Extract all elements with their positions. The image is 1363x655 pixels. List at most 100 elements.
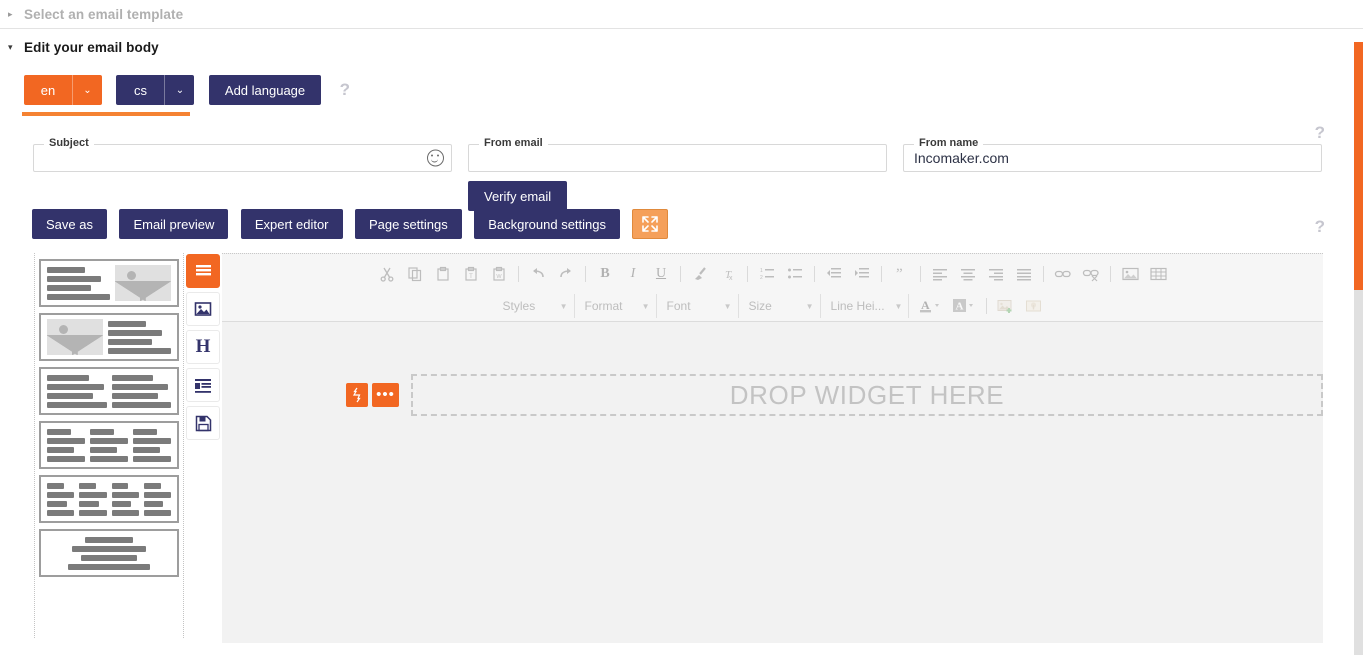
link-icon[interactable] [1049, 261, 1077, 287]
font-dropdown-label: Font [666, 299, 691, 313]
image-placeholder-icon [47, 319, 103, 355]
section-title-edit-body: Edit your email body [24, 39, 159, 55]
undo-icon[interactable] [524, 261, 552, 287]
rich-text-toolbar: T W B I U T x 1 2 ” Styles ▼ Format ▼ Fo… [222, 254, 1323, 322]
language-bar: en ⌄ cs ⌄ Add language ? [0, 61, 1363, 119]
save-as-button[interactable]: Save as [32, 209, 107, 239]
add-language-button[interactable]: Add language [208, 75, 322, 105]
blockquote-icon[interactable]: ” [887, 261, 915, 287]
background-settings-button[interactable]: Background settings [474, 209, 620, 239]
page-settings-button[interactable]: Page settings [354, 209, 462, 239]
image-icon[interactable] [186, 292, 220, 326]
drag-handle-icon[interactable] [346, 383, 368, 407]
paste-icon[interactable] [429, 261, 457, 287]
toolbar-separator [585, 266, 586, 282]
subject-field-box[interactable]: Subject [33, 137, 452, 172]
remove-format-icon[interactable] [686, 261, 714, 287]
chevron-down-icon: ▼ [894, 301, 903, 311]
text-color-icon[interactable]: A [913, 293, 947, 319]
svg-text:x: x [729, 275, 733, 282]
widget-template-image-text[interactable] [39, 313, 179, 361]
size-dropdown-label: Size [748, 299, 772, 313]
language-button-en[interactable]: en ⌄ [24, 75, 102, 105]
help-icon-actions[interactable]: ? [1315, 217, 1325, 237]
emoji-picker-icon[interactable] [427, 149, 444, 167]
copy-icon[interactable] [401, 261, 429, 287]
toolbar-row-formatting: T W B I U T x 1 2 ” [222, 258, 1323, 290]
font-dropdown[interactable]: Font ▼ [661, 294, 739, 318]
language-cs-caret-icon[interactable]: ⌄ [164, 75, 195, 105]
from-email-field-box[interactable]: From email [468, 137, 887, 172]
fullscreen-icon[interactable] [632, 209, 669, 239]
cut-icon[interactable] [373, 261, 401, 287]
insert-table-icon[interactable] [1144, 261, 1172, 287]
text-block-icon[interactable] [186, 368, 220, 402]
toolbar-separator [518, 266, 519, 282]
numbered-list-icon[interactable]: 12 [753, 261, 781, 287]
chevron-right-icon: ▸ [8, 8, 13, 19]
editor-tool-strip: H [186, 254, 220, 440]
divider [0, 28, 1363, 29]
widget-template-text-image[interactable] [39, 259, 179, 307]
rows-icon[interactable] [186, 254, 220, 288]
expert-editor-button[interactable]: Expert editor [240, 209, 343, 239]
styles-dropdown[interactable]: Styles ▼ [497, 294, 575, 318]
language-en-caret-icon[interactable]: ⌄ [72, 75, 102, 105]
verify-email-button[interactable]: Verify email [468, 181, 568, 211]
section-edit-email-body[interactable]: ▾ Edit your email body [0, 33, 1363, 61]
line-height-dropdown[interactable]: Line Hei... ▼ [825, 294, 910, 318]
unlink-icon[interactable] [1077, 261, 1105, 287]
svg-text:2: 2 [760, 275, 763, 281]
paste-from-word-icon[interactable]: W [485, 261, 513, 287]
italic-icon[interactable]: I [619, 261, 647, 287]
toolbar-separator [1043, 266, 1044, 282]
drop-widget-here-zone[interactable]: DROP WIDGET HERE [411, 374, 1323, 416]
widget-template-centered-text[interactable] [39, 529, 179, 577]
image-map-icon[interactable] [1020, 293, 1048, 319]
clear-text-format-icon[interactable]: Tx [714, 261, 742, 287]
heading-icon[interactable]: H [186, 330, 220, 364]
svg-text:T: T [469, 274, 473, 280]
widget-template-three-columns[interactable] [39, 421, 179, 469]
bold-icon[interactable]: B [591, 261, 619, 287]
bulleted-list-icon[interactable] [781, 261, 809, 287]
align-right-icon[interactable] [982, 261, 1010, 287]
more-options-button[interactable]: ••• [372, 383, 399, 407]
align-justify-icon[interactable] [1010, 261, 1038, 287]
underline-icon[interactable]: U [647, 261, 675, 287]
toolbar-separator [881, 266, 882, 282]
indent-icon[interactable] [848, 261, 876, 287]
size-dropdown[interactable]: Size ▼ [743, 294, 821, 318]
svg-text:W: W [496, 274, 502, 280]
toolbar-separator [747, 266, 748, 282]
svg-text:A: A [921, 298, 930, 312]
help-icon-language[interactable]: ? [340, 80, 350, 100]
help-icon-fields[interactable]: ? [1315, 123, 1325, 143]
format-dropdown[interactable]: Format ▼ [579, 294, 657, 318]
section-select-email-template[interactable]: ▸ Select an email template [0, 0, 1363, 28]
add-image-icon[interactable] [992, 293, 1020, 319]
align-left-icon[interactable] [926, 261, 954, 287]
active-language-underline [22, 112, 190, 116]
toolbar-separator [920, 266, 921, 282]
email-preview-button[interactable]: Email preview [119, 209, 229, 239]
background-color-icon[interactable]: A [947, 293, 981, 319]
language-button-cs[interactable]: cs ⌄ [116, 75, 195, 105]
subject-input[interactable] [34, 145, 451, 171]
page-scrollbar-thumb[interactable] [1354, 42, 1363, 290]
language-en-label[interactable]: en [24, 75, 72, 105]
editor-action-bar: Save as Email preview Expert editor Page… [0, 209, 1363, 253]
line-height-dropdown-label: Line Hei... [830, 299, 885, 313]
align-center-icon[interactable] [954, 261, 982, 287]
widget-template-four-columns[interactable] [39, 475, 179, 523]
outdent-icon[interactable] [820, 261, 848, 287]
redo-icon[interactable] [552, 261, 580, 287]
from-name-field-box[interactable]: From name [903, 137, 1322, 172]
chevron-down-icon: ▼ [805, 301, 814, 311]
save-icon[interactable] [186, 406, 220, 440]
language-cs-label[interactable]: cs [116, 75, 165, 105]
widget-template-two-columns[interactable] [39, 367, 179, 415]
paste-as-text-icon[interactable]: T [457, 261, 485, 287]
chevron-down-icon: ▼ [559, 301, 568, 311]
insert-image-icon[interactable] [1116, 261, 1144, 287]
